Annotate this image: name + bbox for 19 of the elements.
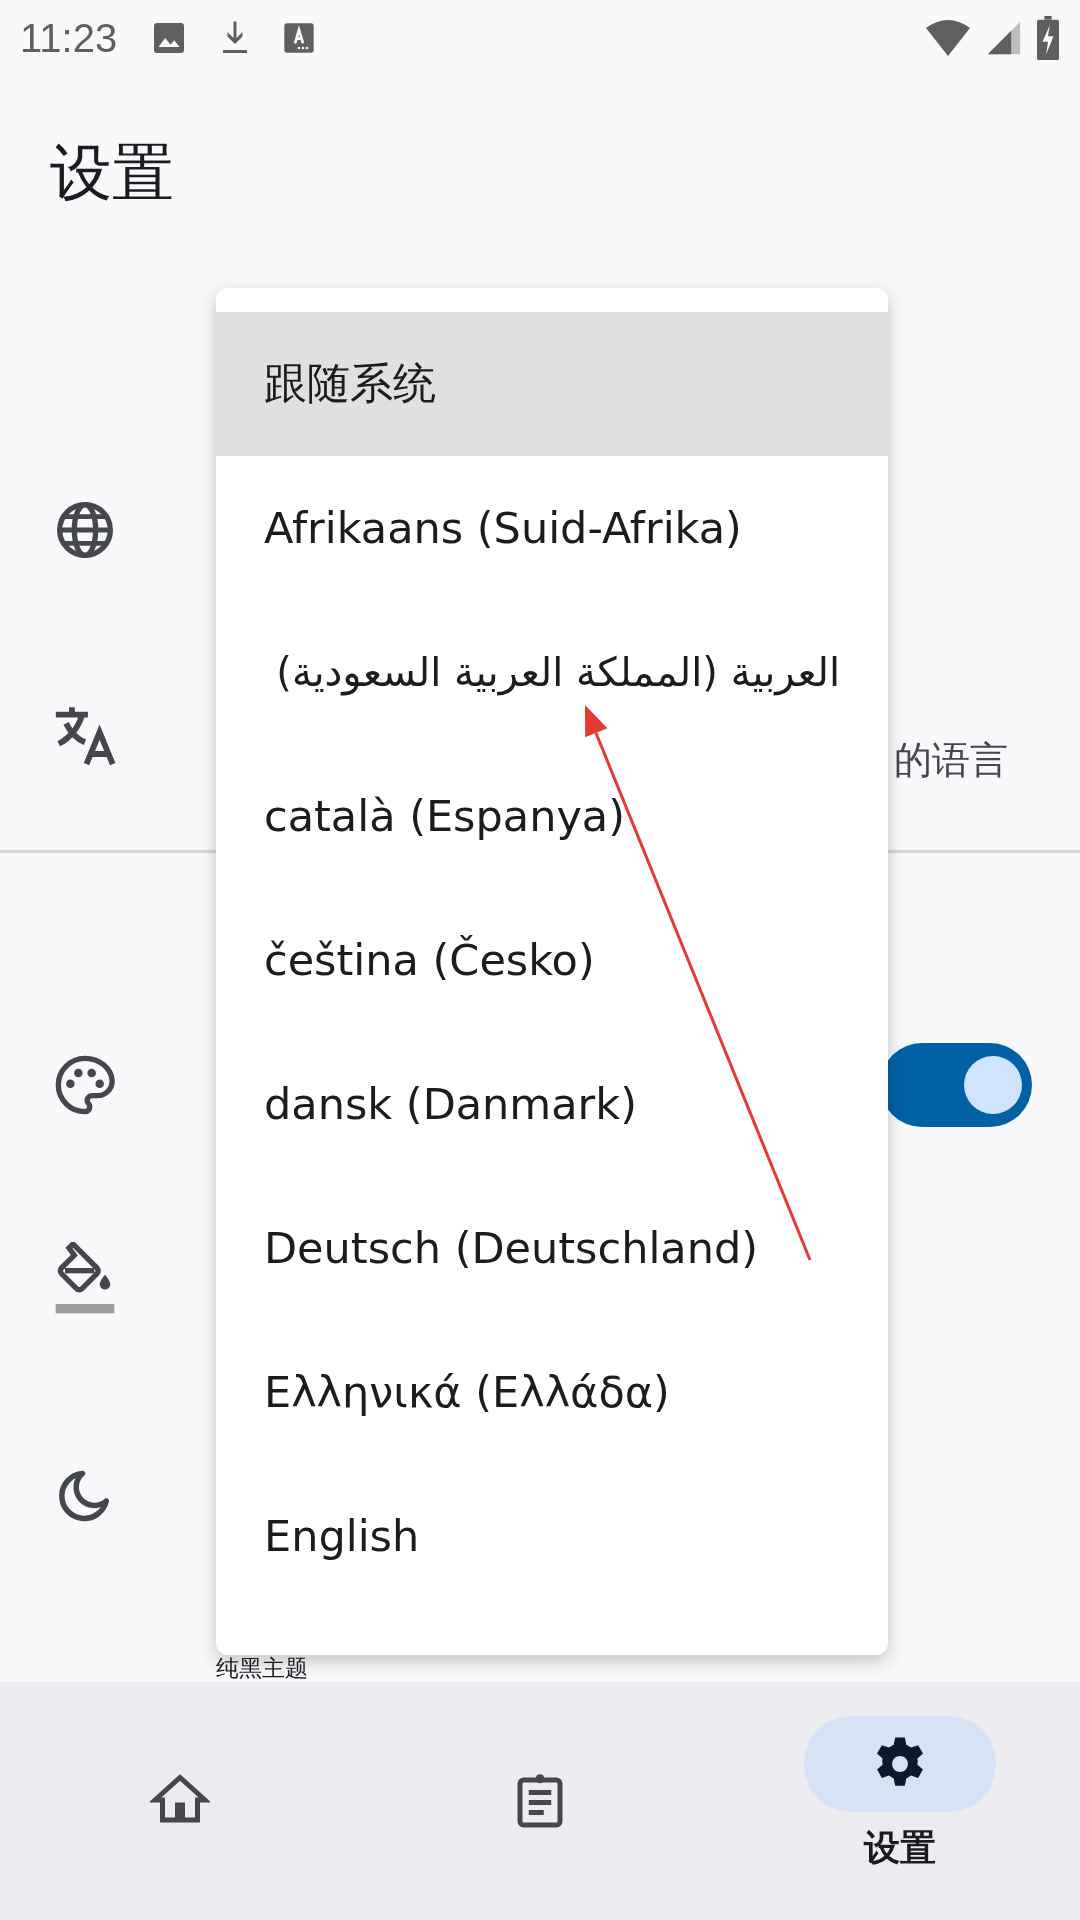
font-box-icon [283,22,316,54]
wifi-icon [924,18,972,58]
nav-label: 设置 [864,1826,936,1870]
menu-item[interactable]: العربية (المملكة العربية السعودية) [216,600,888,744]
status-time: 11:23 [20,15,118,61]
menu-item[interactable]: čeština (Česko) [216,888,888,1032]
signal-icon [986,19,1022,57]
menu-item[interactable]: català (Espanya) [216,744,888,888]
menu-item[interactable]: Afrikaans (Suid-Afrika) [216,456,888,600]
menu-item[interactable]: Deutsch (Deutschland) [216,1176,888,1320]
menu-item[interactable]: Ελληνικά (Ελλάδα) [216,1320,888,1464]
page-title: 设置 [49,135,175,211]
menu-item[interactable]: 跟随系统 [216,312,888,456]
menu-item[interactable]: English [216,1464,888,1608]
menu-item[interactable]: dansk (Danmark) [216,1032,888,1176]
setting-title: 纯黑主题 [216,1655,308,1681]
setting-subtitle: 的语言 [894,736,1008,784]
palette-icon [53,1053,117,1117]
battery-charging-icon [1036,16,1060,60]
